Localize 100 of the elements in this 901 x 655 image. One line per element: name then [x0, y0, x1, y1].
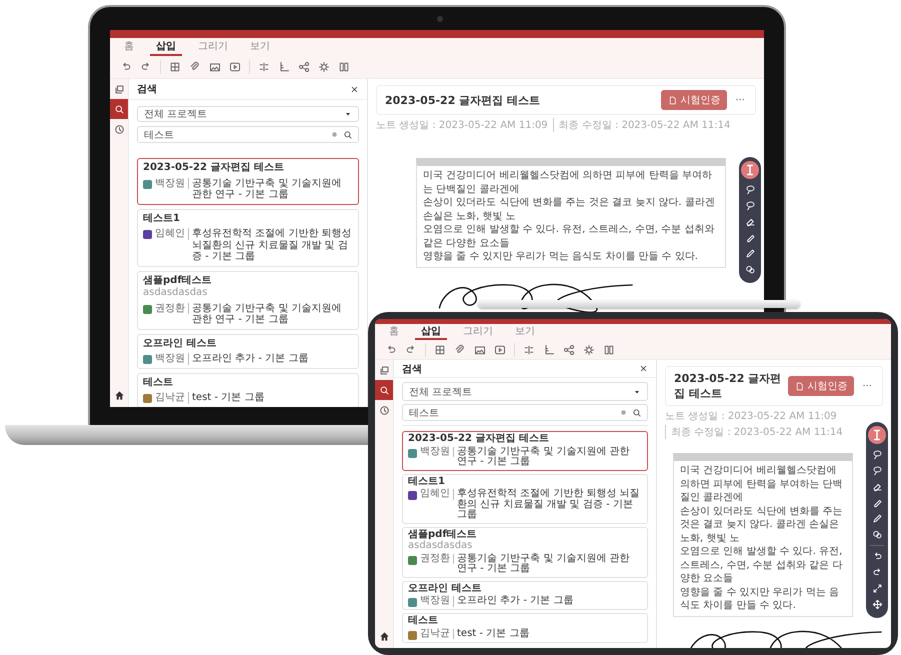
project-name: 후성유전학적 조절에 기반한 퇴행성 뇌질환의 신규 치료물질 개발 및 검증 - 기본 그룹: [192, 228, 353, 262]
note-description: asdasdasdas: [143, 287, 208, 298]
note-title: 2023-05-22 글자편집 테스트: [385, 92, 542, 108]
text-line: 미국 건강미디어 베리웰헬스닷컴에 의하면 피부에 탄력을 부여하는 단백질인 콜라겐에: [423, 169, 714, 196]
more-button[interactable]: ···: [733, 94, 747, 106]
search-field[interactable]: 테스트: [137, 126, 359, 143]
search-button[interactable]: [110, 99, 128, 119]
split-icon[interactable]: [258, 61, 270, 73]
certify-button[interactable]: 시험인증: [661, 90, 728, 110]
note-card[interactable]: 테스트 김낙균 test - 기본 그룹: [137, 372, 359, 407]
lasso-icon[interactable]: [872, 449, 882, 460]
author-name: 임혜인: [155, 228, 189, 240]
pages-icon: [114, 84, 124, 94]
text-line: 손상이 있더라도 식단에 변화를 주는 것은 결코 늦지 않다. 콜라겐 손실은 노화, 햇빛 노: [680, 504, 844, 545]
note-title: 2023-05-22 글자편집 테스트: [143, 162, 285, 174]
search-icon: [114, 104, 124, 114]
project-name: 공통기술 기반구축 및 기술지원에 관한 연구 - 기본 그룹: [457, 446, 631, 468]
project-name: test - 기본 그룹: [457, 628, 530, 639]
image-icon[interactable]: [209, 61, 221, 73]
redo-icon[interactable]: [872, 567, 882, 578]
note-title: 테스트1: [408, 476, 446, 487]
columns-icon[interactable]: [338, 61, 350, 73]
note-card[interactable]: 2023-05-22 글자편집 테스트 백장원 공통기술 기반구축 및 기술지원에 관한 연구 - 기본 그룹: [137, 158, 359, 204]
note-title: 2023-05-22 글자편집 테스트: [674, 371, 782, 401]
project-name: 오프라인 추가 - 기본 그룹: [192, 353, 310, 364]
caret-icon: [344, 110, 352, 118]
marker-icon[interactable]: [744, 232, 756, 243]
author-name: 백장원: [420, 446, 454, 457]
columns-icon[interactable]: [603, 344, 615, 356]
project-name: 공통기술 기반구축 및 기술지원에 관한 연구 - 기본 그룹: [192, 302, 343, 326]
modified-date: 최종 수정일 : 2023-05-22 AM 11:14: [665, 425, 843, 439]
share-icon[interactable]: [563, 344, 575, 356]
panel-title: 검색: [402, 362, 422, 376]
project-name: 공통기술 기반구축 및 기술지원에 관한 연구 - 기본 그룹: [457, 554, 631, 574]
shapes-icon[interactable]: [872, 529, 882, 540]
image-icon[interactable]: [474, 344, 486, 356]
note-card[interactable]: 테스트1 임혜인 후성유전학적 조절에 기반한 퇴행성 뇌질환의 신규 치료물질 개발 및 검증 - 기본 그룹: [137, 208, 359, 266]
video-icon[interactable]: [494, 344, 506, 356]
note-card[interactable]: 테스트1 임혜인 후성유전학적 조절에 기반한 퇴행성 뇌질환의 신규 치료물질 개발 및 검증 - 기본 그룹: [402, 474, 648, 524]
text-line: 영향을 줄 수 있지만 우리가 먹는 음식도 차이를 만들 수 있다.: [423, 250, 699, 264]
note-title: 오프라인 테스트: [408, 584, 482, 594]
more-button[interactable]: ···: [860, 380, 874, 392]
created-date: 노트 생성일 : 2023-05-22 AM 11:09: [376, 119, 548, 132]
home-icon[interactable]: [378, 631, 390, 642]
resize-icon[interactable]: [872, 583, 882, 594]
redo-icon[interactable]: [405, 344, 417, 356]
note-title: 샘플pdf테스트: [408, 530, 478, 540]
split-icon[interactable]: [523, 344, 535, 356]
share-icon[interactable]: [298, 61, 310, 73]
note-card[interactable]: 오프라인 테스트 백장원 오프라인 추가 - 기본 그룹: [402, 580, 648, 610]
video-icon[interactable]: [229, 61, 241, 73]
note-card[interactable]: 테스트 김낙균 test - 기본 그룹: [402, 613, 648, 642]
text-line: 오염으로 인해 발생할 수 있다. 유전, 스트레스, 수면, 수분 섭취와 같은 다양한 요소들: [680, 545, 844, 586]
author-name: 백장원: [155, 353, 189, 364]
note-title: 오프라인 테스트: [143, 338, 218, 349]
lasso-icon[interactable]: [872, 465, 882, 476]
note-title: 샘플pdf테스트: [143, 274, 213, 286]
camera-icon: [437, 16, 443, 22]
ruler-icon[interactable]: [278, 61, 290, 73]
ruler-icon[interactable]: [543, 344, 555, 356]
close-icon[interactable]: [639, 364, 648, 373]
eraser-icon[interactable]: [744, 216, 756, 227]
note-card[interactable]: 2023-05-22 글자편집 테스트 백장원 공통기술 기반구축 및 기술지원에 관한 연구 - 기본 그룹: [402, 431, 648, 470]
undo-icon[interactable]: [385, 344, 397, 356]
table-icon[interactable]: [434, 344, 446, 356]
move-icon[interactable]: [872, 599, 882, 610]
search-icon: [378, 384, 390, 396]
search-icon[interactable]: [343, 130, 353, 140]
close-icon[interactable]: [350, 84, 359, 94]
home-icon[interactable]: [114, 390, 124, 401]
pen-icon[interactable]: [744, 248, 756, 259]
note-card[interactable]: 오프라인 테스트 백장원 오프라인 추가 - 기본 그룹: [137, 334, 359, 368]
project-name: 후성유전학적 조절에 기반한 퇴행성 뇌질환의 신규 치료물질 개발 및 검증 - 기본 그룹: [457, 489, 641, 520]
note-title: 테스트: [408, 616, 439, 626]
marker-icon[interactable]: [872, 497, 882, 508]
text-line: 손상이 있더라도 식단에 변화를 주는 것은 결코 늦지 않다. 콜라겐 손실은 노화, 햇빛 노: [423, 196, 716, 223]
paperclip-icon[interactable]: [454, 344, 466, 356]
note-card[interactable]: 샘플pdf테스트 asdasdasdas 권정환 공통기술 기반구축 및 기술지원에 관한 연구 - 기본 그룹: [137, 270, 359, 330]
lasso-icon[interactable]: [744, 184, 756, 195]
paperclip-icon[interactable]: [189, 61, 201, 73]
lasso-icon[interactable]: [744, 200, 756, 211]
pen-icon[interactable]: [872, 513, 882, 524]
search-field[interactable]: 테스트: [402, 404, 648, 421]
author-name: 백장원: [420, 596, 454, 606]
text-line: 오염으로 인해 발생할 수 있다. 유전, 스트레스, 수면, 수분 섭취와 같은 다양한 요소들: [423, 223, 716, 250]
text-cursor-icon[interactable]: [741, 161, 759, 179]
certify-button[interactable]: 시험인증: [788, 376, 854, 396]
search-button[interactable]: [375, 380, 393, 400]
table-icon[interactable]: [169, 61, 181, 73]
panel-title: 검색: [137, 83, 157, 96]
modified-date: 최종 수정일 : 2023-05-22 AM 11:14: [552, 118, 730, 132]
search-icon[interactable]: [632, 408, 642, 418]
author-name: 권정환: [420, 554, 454, 564]
project-name: test - 기본 그룹: [192, 392, 266, 404]
shapes-icon[interactable]: [744, 264, 756, 275]
text-cursor-icon[interactable]: [868, 426, 886, 444]
project-dropdown[interactable]: 전체 프로젝트: [402, 382, 648, 401]
note-card[interactable]: 샘플pdf테스트 asdasdasdas 권정환 공통기술 기반구축 및 기술지원에 관한 연구 - 기본 그룹: [402, 526, 648, 578]
eraser-icon[interactable]: [872, 481, 882, 492]
project-dropdown[interactable]: 전체 프로젝트: [137, 106, 359, 122]
